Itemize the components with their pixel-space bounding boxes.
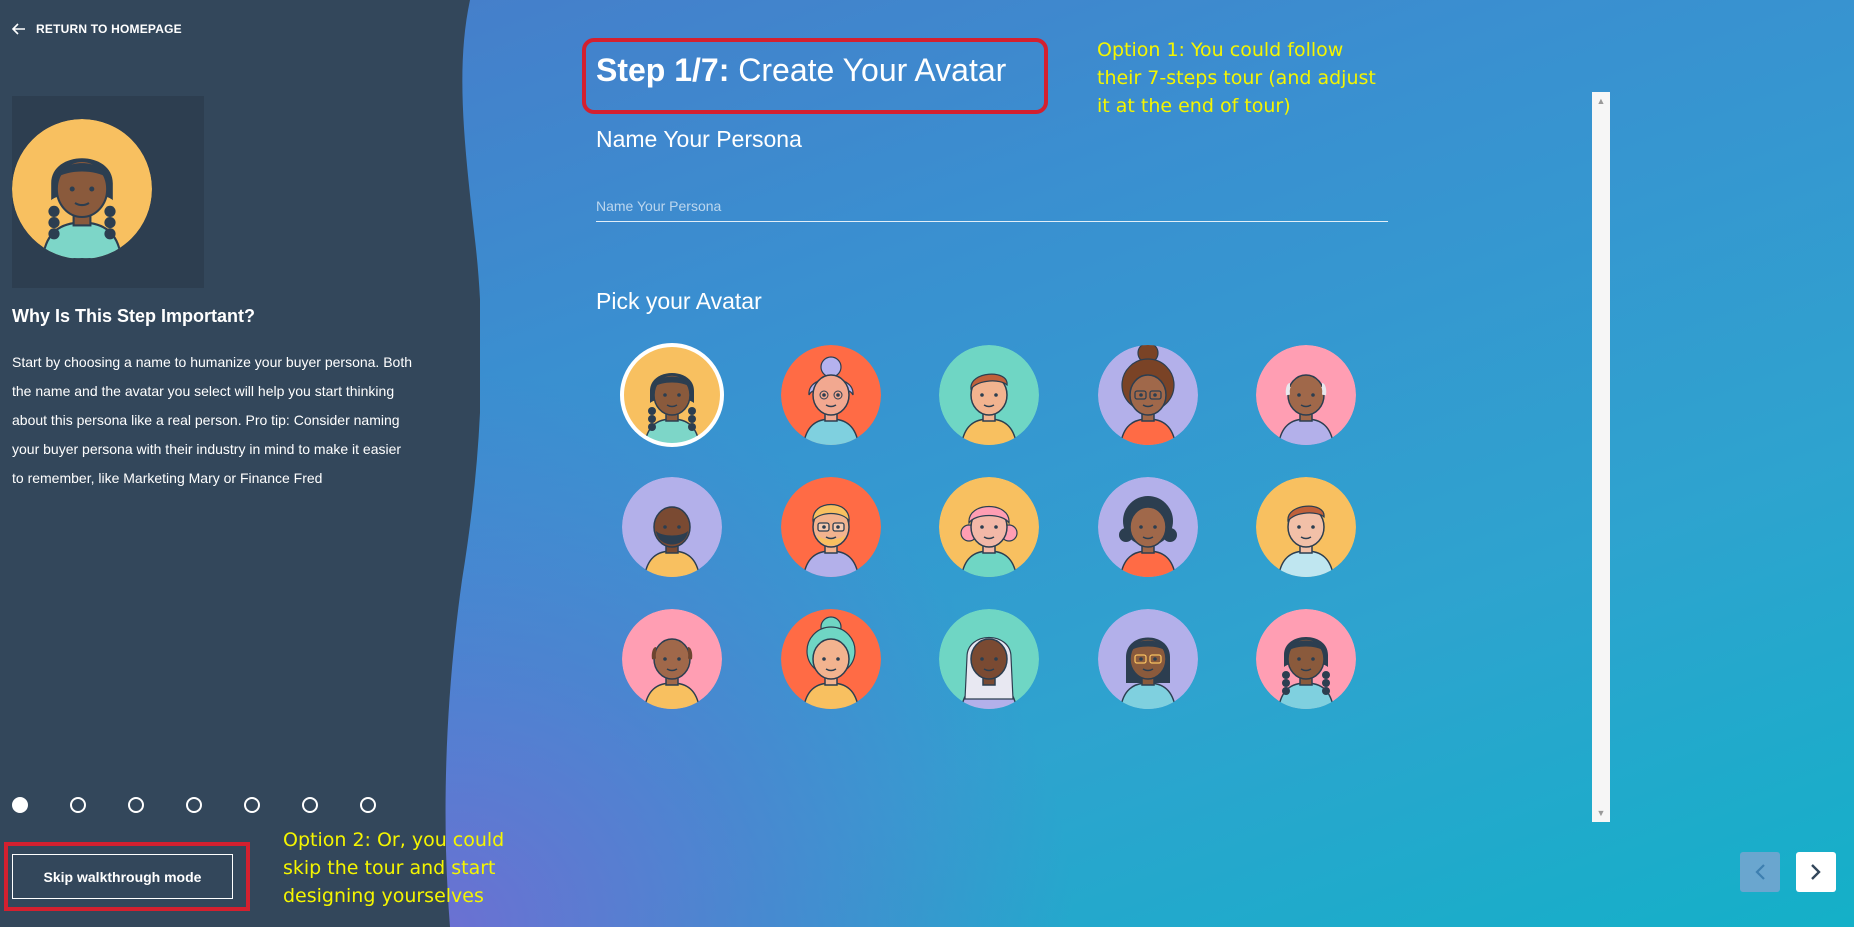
avatar-image <box>1256 345 1356 445</box>
annotation-option-2: Option 2: Or, you could skip the tour an… <box>283 829 505 907</box>
avatar-image <box>620 343 724 447</box>
avatar-image <box>1256 609 1356 709</box>
step-dot-1[interactable] <box>12 797 28 813</box>
persona-name-input[interactable] <box>596 190 1388 222</box>
avatar-option-4[interactable] <box>1096 343 1200 447</box>
step-dot-4[interactable] <box>186 797 202 813</box>
avatar-option-2[interactable] <box>779 343 883 447</box>
avatar-image <box>1256 477 1356 577</box>
avatar-image <box>1097 345 1198 445</box>
sidebar: RETURN TO HOMEPAGE Why Is This Step Impo… <box>0 0 480 927</box>
step-title: Step 1/7: Create Your Avatar <box>596 52 1006 89</box>
step-dot-7[interactable] <box>360 797 376 813</box>
avatar-option-13[interactable] <box>937 607 1041 711</box>
step-dot-6[interactable] <box>302 797 318 813</box>
avatar-option-9[interactable] <box>1096 475 1200 579</box>
next-step-button[interactable] <box>1796 852 1836 892</box>
avatar-image <box>780 477 881 577</box>
avatar-option-15[interactable] <box>1254 607 1358 711</box>
step-dot-5[interactable] <box>244 797 260 813</box>
avatar-image <box>780 609 881 709</box>
avatar-option-6[interactable] <box>620 475 724 579</box>
avatar-option-8[interactable] <box>937 475 1041 579</box>
avatar-image <box>939 609 1039 709</box>
step-counter: Step 1/7: <box>596 52 730 88</box>
arrow-left-icon <box>12 23 25 35</box>
return-to-homepage-link[interactable]: RETURN TO HOMEPAGE <box>12 22 182 36</box>
avatar-image <box>1097 609 1198 709</box>
avatar-image <box>939 345 1039 445</box>
scroll-up-arrow-icon[interactable]: ▲ <box>1592 94 1610 108</box>
step-progress-dots <box>12 797 376 813</box>
pick-avatar-label: Pick your Avatar <box>596 288 762 314</box>
step-name: Create Your Avatar <box>738 52 1007 88</box>
step-dot-3[interactable] <box>128 797 144 813</box>
step-dot-2[interactable] <box>70 797 86 813</box>
scroll-down-arrow-icon[interactable]: ▼ <box>1592 806 1610 820</box>
avatar-option-1[interactable] <box>620 343 724 447</box>
skip-walkthrough-button[interactable]: Skip walkthrough mode <box>12 854 233 899</box>
avatar-option-12[interactable] <box>779 607 883 711</box>
chevron-left-icon <box>1755 864 1765 880</box>
avatar-option-14[interactable] <box>1096 607 1200 711</box>
why-step-important-heading: Why Is This Step Important? <box>12 306 256 326</box>
avatar-option-11[interactable] <box>620 607 724 711</box>
annotation-option-1: Option 1: You could follow their 7-steps… <box>1097 39 1376 117</box>
avatar-option-3[interactable] <box>937 343 1041 447</box>
avatar-image <box>622 609 722 709</box>
avatar-image <box>622 477 722 577</box>
avatar-option-5[interactable] <box>1254 343 1358 447</box>
name-persona-label: Name Your Persona <box>596 126 802 152</box>
scrollbar[interactable]: ▲ ▼ <box>1592 92 1610 822</box>
avatar-preview <box>12 96 204 288</box>
avatar-image <box>939 477 1039 577</box>
previous-step-button[interactable] <box>1740 852 1780 892</box>
avatar-image <box>1097 477 1198 577</box>
return-to-homepage-label: RETURN TO HOMEPAGE <box>36 22 182 36</box>
why-step-important-text: Start by choosing a name to humanize you… <box>12 354 413 486</box>
chevron-right-icon <box>1811 864 1821 880</box>
avatar-option-10[interactable] <box>1254 475 1358 579</box>
selected-avatar-image <box>12 119 152 259</box>
avatar-image <box>780 345 881 445</box>
avatar-option-7[interactable] <box>779 475 883 579</box>
